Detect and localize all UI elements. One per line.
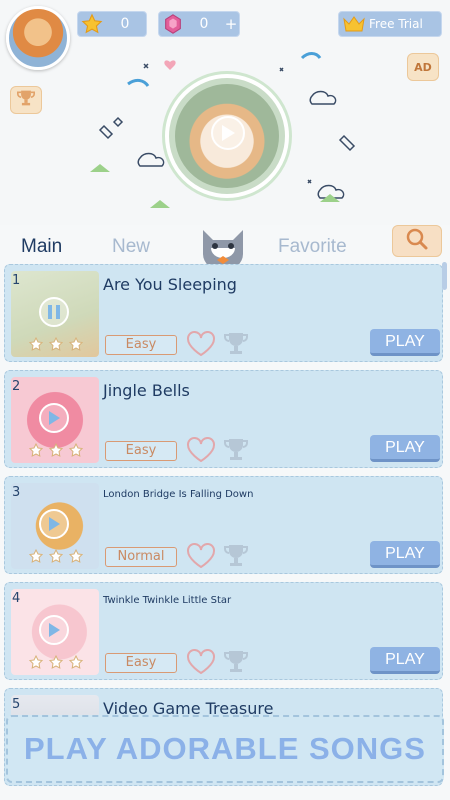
search-button[interactable]: [392, 225, 442, 257]
song-title: Are You Sleeping: [103, 275, 237, 294]
rating-stars: [29, 443, 83, 457]
trophy-icon: [222, 649, 250, 679]
song-number: 1: [12, 273, 21, 288]
tab-main[interactable]: Main: [21, 236, 62, 258]
play-button[interactable]: PLAY: [370, 541, 440, 568]
trophy-button[interactable]: [10, 86, 42, 114]
now-playing-disc[interactable]: [165, 74, 289, 198]
trophy-icon: [222, 543, 250, 573]
song-thumbnail: [11, 377, 99, 463]
play-button[interactable]: PLAY: [370, 647, 440, 674]
play-button[interactable]: PLAY: [370, 329, 440, 356]
rating-stars: [29, 549, 83, 563]
promo-banner[interactable]: PLAY ADORABLE SONGS: [6, 715, 444, 783]
stars-count: 0: [120, 16, 130, 32]
free-trial-button[interactable]: Free Trial: [338, 11, 442, 37]
song-title: Twinkle Twinkle Little Star: [103, 595, 232, 606]
header: 0 0 + Free Trial AD: [0, 0, 450, 225]
song-number: 4: [12, 591, 21, 606]
ad-button[interactable]: AD: [407, 53, 439, 81]
gems-counter[interactable]: 0 +: [158, 11, 240, 37]
song-card[interactable]: 4 Twinkle Twinkle Little Star Easy PLAY: [4, 582, 443, 680]
song-number: 5: [12, 697, 21, 712]
difficulty-badge: Easy: [105, 335, 177, 355]
song-thumbnail: [11, 589, 99, 675]
rating-stars: [29, 655, 83, 669]
song-title: Jingle Bells: [103, 381, 190, 400]
crown-icon: [339, 15, 369, 33]
song-thumbnail: [11, 483, 99, 569]
heart-icon[interactable]: [185, 331, 217, 361]
difficulty-badge: Easy: [105, 653, 177, 673]
cat-mascot-icon: [203, 230, 243, 266]
banner-text: PLAY ADORABLE SONGS: [24, 731, 426, 766]
play-button[interactable]: PLAY: [370, 435, 440, 462]
rating-stars: [29, 337, 83, 351]
song-card[interactable]: 3 London Bridge Is Falling Down Normal P…: [4, 476, 443, 574]
song-thumbnail: [11, 271, 99, 357]
play-icon[interactable]: [211, 116, 245, 150]
heart-icon[interactable]: [185, 437, 217, 467]
trophy-icon: [16, 89, 36, 111]
play-icon[interactable]: [39, 403, 69, 433]
heart-icon[interactable]: [185, 543, 217, 573]
difficulty-badge: Easy: [105, 441, 177, 461]
play-icon[interactable]: [39, 615, 69, 645]
play-icon[interactable]: [39, 509, 69, 539]
gem-icon: [161, 12, 185, 36]
heart-icon[interactable]: [185, 649, 217, 679]
song-card[interactable]: 2 Jingle Bells Easy PLAY: [4, 370, 443, 468]
free-trial-label: Free Trial: [369, 17, 423, 31]
trophy-icon: [222, 437, 250, 467]
song-number: 3: [12, 485, 21, 500]
stars-counter[interactable]: 0: [77, 11, 147, 37]
tab-favorite[interactable]: Favorite: [278, 236, 347, 258]
add-gems-button[interactable]: +: [223, 15, 239, 33]
song-number: 2: [12, 379, 21, 394]
star-icon: [80, 12, 104, 36]
avatar[interactable]: [6, 6, 70, 70]
tab-new[interactable]: New: [112, 236, 150, 258]
gems-count: 0: [199, 16, 209, 32]
scrollbar-thumb[interactable]: [442, 262, 447, 290]
song-card[interactable]: 1 Are You Sleeping Easy PLAY: [4, 264, 443, 362]
difficulty-badge: Normal: [105, 547, 177, 567]
trophy-icon: [222, 331, 250, 361]
search-icon: [405, 227, 429, 255]
ad-label: AD: [414, 60, 432, 74]
pause-icon[interactable]: [39, 297, 69, 327]
song-title: London Bridge Is Falling Down: [103, 489, 254, 500]
